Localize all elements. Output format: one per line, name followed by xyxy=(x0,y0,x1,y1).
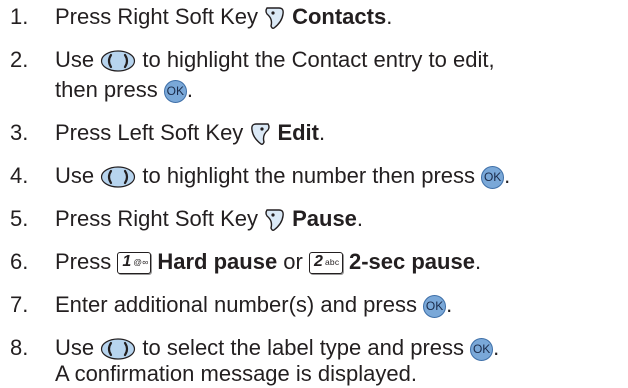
step-number: 2. xyxy=(10,47,29,72)
step-text: Press Right Soft Key xyxy=(55,4,265,29)
ok-button-icon: OK xyxy=(423,294,447,318)
navigation-key-icon xyxy=(100,166,136,188)
key-2-icon: 2 abc xyxy=(308,252,343,275)
hard-pause-label: Hard pause xyxy=(157,249,278,274)
soft-key-label: Pause xyxy=(292,206,357,231)
left-soft-key-icon xyxy=(249,122,271,146)
instructions-list: 1. Press Right Soft Key Contacts. 2. Use… xyxy=(10,4,511,386)
key-1-icon: 1 @∞ xyxy=(117,252,152,275)
step-number: 4. xyxy=(10,163,29,188)
right-soft-key-icon xyxy=(264,6,286,30)
confirmation-text: A confirmation message is displayed. xyxy=(55,361,417,386)
ok-button-icon: OK xyxy=(481,165,505,189)
step-number: 1. xyxy=(10,4,29,29)
ok-button-icon: OK xyxy=(163,79,187,103)
navigation-key-icon xyxy=(100,338,136,360)
two-sec-pause-label: 2-sec pause xyxy=(348,249,475,274)
step-number: 8. xyxy=(10,335,29,360)
navigation-key-icon xyxy=(100,50,136,72)
step-number: 6. xyxy=(10,249,29,274)
step-number: 5. xyxy=(10,206,29,231)
ok-button-icon: OK xyxy=(470,337,494,361)
step-number: 3. xyxy=(10,120,29,145)
soft-key-label: Edit xyxy=(277,120,319,145)
soft-key-label: Contacts xyxy=(292,4,387,29)
right-soft-key-icon xyxy=(264,208,286,232)
step-number: 7. xyxy=(10,292,29,317)
